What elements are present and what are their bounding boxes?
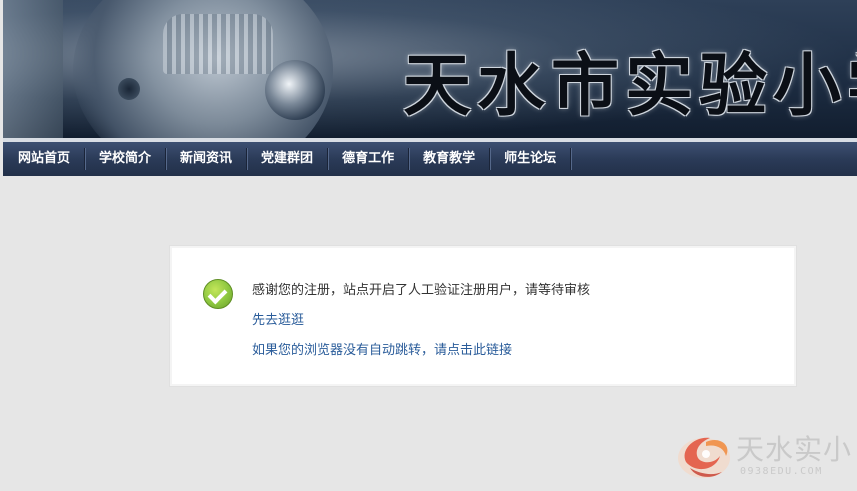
nav-item-moral-education[interactable]: 德育工作 <box>328 148 410 170</box>
banner-decoration <box>118 78 140 100</box>
registration-message-box: 感谢您的注册，站点开启了人工验证注册用户，请等待审核 先去逛逛 如果您的浏览器没… <box>170 246 796 386</box>
watermark-title: 天水实小 <box>736 433 853 466</box>
redirect-link[interactable]: 如果您的浏览器没有自动跳转，请点击此链接 <box>252 339 512 358</box>
nav-item-about[interactable]: 学校简介 <box>85 148 167 170</box>
site-banner: 天水市实验小学 <box>3 0 857 140</box>
school-name-calligraphy: 天水市实验小学 <box>403 46 857 126</box>
nav-item-home[interactable]: 网站首页 <box>3 148 86 170</box>
banner-globe <box>265 60 325 120</box>
nav-item-news[interactable]: 新闻资讯 <box>166 148 248 170</box>
watermark-domain: 0938EDU.COM <box>740 466 823 477</box>
site-logo-icon <box>678 437 730 478</box>
nav-item-party[interactable]: 党建群团 <box>247 148 329 170</box>
nav-item-forum[interactable]: 师生论坛 <box>490 148 572 170</box>
registration-pending-message: 感谢您的注册，站点开启了人工验证注册用户，请等待审核 <box>252 283 591 298</box>
site-watermark: 天水实小 0938EDU.COM <box>676 426 856 486</box>
banner-decoration <box>3 0 63 140</box>
check-circle-icon <box>203 279 233 309</box>
banner-relief-figures <box>163 14 273 74</box>
browse-first-link[interactable]: 先去逛逛 <box>252 309 304 328</box>
main-nav: 网站首页 学校简介 新闻资讯 党建群团 德育工作 教育教学 师生论坛 <box>3 142 857 176</box>
nav-item-teaching[interactable]: 教育教学 <box>409 148 491 170</box>
